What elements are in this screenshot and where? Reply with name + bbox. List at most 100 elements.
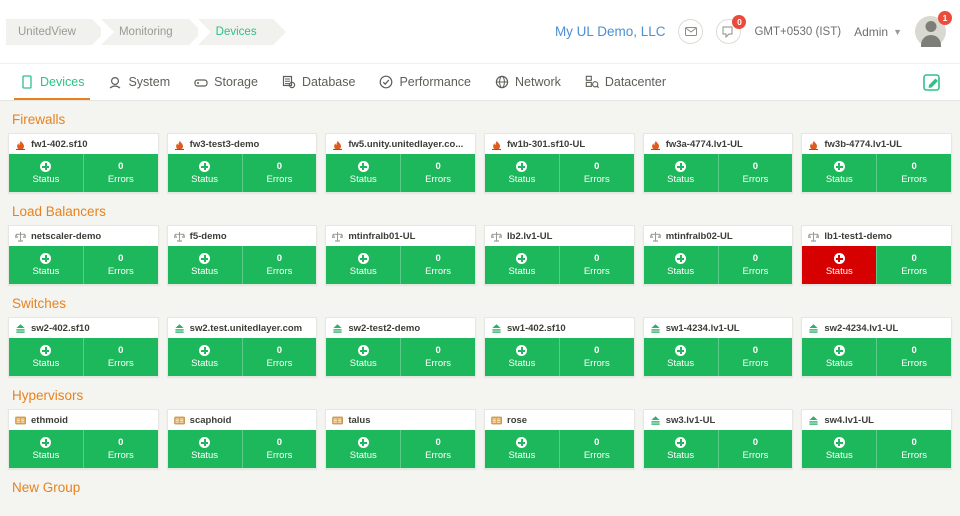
group-title: Hypervisors	[12, 388, 84, 403]
status-tile[interactable]: Status	[485, 338, 559, 376]
device-card[interactable]: sw4.lv1-UL Status 0 Errors	[801, 409, 953, 469]
device-group: Switches sw2-402.sf10 Status 0 Errors sw2.tes…	[8, 285, 953, 377]
errors-tile[interactable]: 0 Errors	[241, 338, 317, 376]
device-card[interactable]: ethmoid Status 0 Errors	[8, 409, 159, 469]
status-tile[interactable]: Status	[802, 154, 877, 192]
device-card[interactable]: sw2.test.unitedlayer.com Status 0 Errors	[166, 317, 318, 377]
status-tile[interactable]: Status	[167, 246, 242, 284]
switch-icon	[808, 415, 819, 426]
device-card[interactable]: fw5.unity.unitedlayer.co... Status 0 Errors	[325, 133, 477, 193]
avatar-body	[920, 35, 941, 47]
status-tile[interactable]: Status	[643, 430, 718, 468]
status-tile[interactable]: Status	[326, 154, 401, 192]
device-card[interactable]: sw2-402.sf10 Status 0 Errors	[8, 317, 159, 377]
device-name: lb2.lv1-UL	[507, 230, 553, 242]
errors-tile[interactable]: 0 Errors	[558, 430, 634, 468]
status-tile[interactable]: Status	[802, 246, 877, 284]
errors-tile[interactable]: 0 Errors	[876, 430, 952, 468]
errors-tile[interactable]: 0 Errors	[400, 338, 476, 376]
status-tile[interactable]: Status	[485, 246, 559, 284]
tab-network[interactable]: Network	[483, 64, 573, 100]
errors-tile[interactable]: 0 Errors	[241, 154, 317, 192]
status-tile[interactable]: Status	[326, 338, 401, 376]
errors-tile[interactable]: 0 Errors	[717, 154, 793, 192]
status-tile[interactable]: Status	[9, 246, 83, 284]
device-card[interactable]: f5-demo Status 0 Errors	[166, 225, 318, 285]
status-tile[interactable]: Status	[9, 154, 83, 192]
device-card[interactable]: sw2-4234.lv1-UL Status 0 Errors	[801, 317, 953, 377]
errors-tile[interactable]: 0 Errors	[400, 246, 476, 284]
device-card[interactable]: mtinfralb02-UL Status 0 Errors	[642, 225, 794, 285]
errors-tile[interactable]: 0 Errors	[82, 154, 158, 192]
device-card[interactable]: sw1-4234.lv1-UL Status 0 Errors	[642, 317, 794, 377]
errors-tile[interactable]: 0 Errors	[241, 246, 317, 284]
errors-tile[interactable]: 0 Errors	[400, 154, 476, 192]
errors-tile[interactable]: 0 Errors	[876, 338, 952, 376]
status-plus-icon	[40, 437, 52, 448]
status-tile[interactable]: Status	[802, 430, 877, 468]
errors-tile[interactable]: 0 Errors	[82, 338, 158, 376]
status-tile[interactable]: Status	[643, 154, 718, 192]
status-label: Status	[191, 266, 219, 277]
avatar[interactable]: 1	[915, 11, 952, 47]
status-label: Status	[32, 174, 60, 185]
errors-label: Errors	[583, 358, 610, 369]
device-card[interactable]: talus Status 0 Errors	[325, 409, 477, 469]
errors-tile[interactable]: 0 Errors	[558, 338, 634, 376]
user-menu[interactable]: Admin ▼	[854, 25, 902, 39]
errors-tile[interactable]: 0 Errors	[876, 246, 952, 284]
edit-square-glyph	[923, 74, 940, 91]
errors-tile[interactable]: 0 Errors	[876, 154, 952, 192]
status-tile[interactable]: Status	[326, 430, 401, 468]
tab-storage[interactable]: Storage	[182, 64, 270, 100]
tab-database[interactable]: Database	[270, 64, 368, 100]
edit-square-icon[interactable]	[923, 73, 942, 92]
status-tile[interactable]: Status	[485, 154, 559, 192]
breadcrumb-item-devices[interactable]: Devices	[197, 18, 286, 45]
status-label: Status	[667, 450, 695, 461]
status-tile[interactable]: Status	[9, 430, 83, 468]
status-tile[interactable]: Status	[167, 430, 242, 468]
device-card[interactable]: sw2-test2-demo Status 0 Errors	[325, 317, 477, 377]
status-tile[interactable]: Status	[9, 338, 83, 376]
tab-devices[interactable]: Devices	[8, 64, 96, 100]
device-card[interactable]: lb2.lv1-UL Status 0 Errors	[484, 225, 635, 285]
bell-icon[interactable]: 0	[716, 15, 747, 44]
errors-tile[interactable]: 0 Errors	[717, 338, 793, 376]
errors-tile[interactable]: 0 Errors	[82, 246, 158, 284]
device-card[interactable]: fw1b-301.sf10-UL Status 0 Errors	[484, 133, 635, 193]
status-tile[interactable]: Status	[167, 154, 242, 192]
device-card[interactable]: fw3b-4774.lv1-UL Status 0 Errors	[801, 133, 953, 193]
status-tile[interactable]: Status	[167, 338, 242, 376]
device-name: sw3.lv1-UL	[665, 414, 716, 426]
status-tile[interactable]: Status	[326, 246, 401, 284]
errors-tile[interactable]: 0 Errors	[717, 430, 793, 468]
breadcrumb-item-monitoring[interactable]: Monitoring	[100, 18, 202, 45]
status-tile[interactable]: Status	[643, 338, 718, 376]
device-card[interactable]: fw1-402.sf10 Status 0 Errors	[8, 133, 159, 193]
device-card[interactable]: mtinfralb01-UL Status 0 Errors	[325, 225, 477, 285]
device-card[interactable]: lb1-test1-demo Status 0 Errors	[801, 225, 953, 285]
errors-tile[interactable]: 0 Errors	[82, 430, 158, 468]
tab-performance[interactable]: Performance	[367, 64, 483, 100]
status-tile[interactable]: Status	[802, 338, 877, 376]
device-card[interactable]: sw1-402.sf10 Status 0 Errors	[484, 317, 635, 377]
device-card[interactable]: scaphoid Status 0 Errors	[166, 409, 318, 469]
device-card-header: fw3-test3-demo	[168, 134, 317, 154]
status-tile[interactable]: Status	[485, 430, 559, 468]
errors-tile[interactable]: 0 Errors	[400, 430, 476, 468]
device-card[interactable]: fw3-test3-demo Status 0 Errors	[166, 133, 318, 193]
breadcrumb-item-unitedview[interactable]: UnitedView	[6, 18, 105, 45]
errors-tile[interactable]: 0 Errors	[717, 246, 793, 284]
tab-system[interactable]: System	[96, 64, 182, 100]
device-card[interactable]: rose Status 0 Errors	[484, 409, 635, 469]
device-card[interactable]: netscaler-demo Status 0 Errors	[8, 225, 159, 285]
errors-tile[interactable]: 0 Errors	[241, 430, 317, 468]
tab-datacenter[interactable]: Datacenter	[573, 64, 678, 100]
errors-tile[interactable]: 0 Errors	[558, 246, 634, 284]
device-card[interactable]: sw3.lv1-UL Status 0 Errors	[642, 409, 794, 469]
status-tile[interactable]: Status	[643, 246, 718, 284]
errors-tile[interactable]: 0 Errors	[558, 154, 634, 192]
envelope-icon[interactable]	[678, 19, 704, 44]
device-card[interactable]: fw3a-4774.lv1-UL Status 0 Errors	[642, 133, 794, 193]
